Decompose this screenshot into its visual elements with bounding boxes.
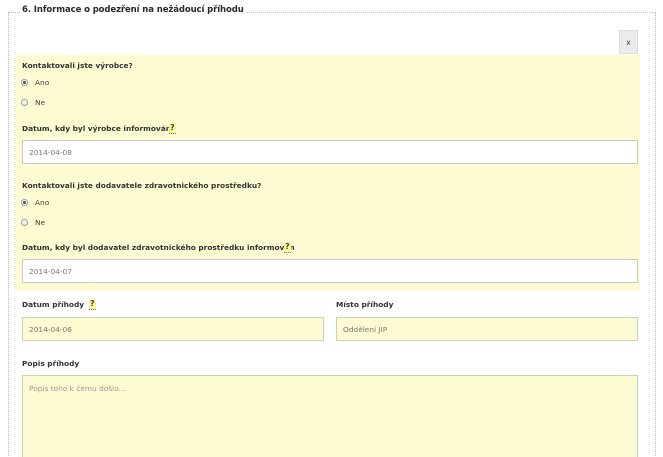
supplier-date-help-icon[interactable]: ?: [284, 242, 291, 253]
manufacturer-date-label: Datum, kdy byl výrobce informován: [22, 124, 171, 133]
incident-date-help-icon[interactable]: ?: [89, 299, 96, 310]
incident-date-input[interactable]: 2014-04-06: [22, 317, 324, 341]
radio-checked-icon[interactable]: [21, 79, 28, 86]
supplier-date-input[interactable]: 2014-04-07: [22, 259, 638, 283]
supplier-option-no-label: Ne: [35, 218, 46, 227]
supplier-question: Kontaktovali jste dodavatele zdravotnick…: [22, 181, 262, 190]
supplier-option-no[interactable]: Ne: [21, 218, 45, 227]
incident-place-label: Místo příhody: [336, 300, 394, 309]
manufacturer-option-yes-label: Ano: [35, 78, 50, 87]
manufacturer-option-yes[interactable]: Ano: [21, 78, 49, 87]
radio-unchecked-icon[interactable]: [21, 219, 28, 226]
manufacturer-date-input[interactable]: 2014-04-08: [22, 140, 638, 164]
incident-date-label: Datum příhody: [22, 300, 85, 309]
radio-unchecked-icon[interactable]: [21, 99, 28, 106]
contact-section: [15, 55, 640, 291]
supplier-option-yes-label: Ano: [35, 198, 50, 207]
incident-description-textarea[interactable]: Popis toho k čemu došlo...: [22, 375, 638, 457]
manufacturer-date-help-icon[interactable]: ?: [169, 123, 176, 134]
supplier-option-yes[interactable]: Ano: [21, 198, 49, 207]
incident-place-input[interactable]: Oddělení JIP: [336, 317, 638, 341]
supplier-date-label: Datum, kdy byl dodavatel zdravotnického …: [22, 243, 295, 252]
manufacturer-option-no[interactable]: Ne: [21, 98, 45, 107]
radio-checked-icon[interactable]: [21, 199, 28, 206]
close-button[interactable]: x: [619, 30, 638, 54]
section-title: 6. Informace o podezření na nežádoucí př…: [20, 5, 246, 15]
manufacturer-question: Kontaktovali jste výrobce?: [22, 61, 133, 70]
incident-description-label: Popis příhody: [22, 359, 80, 368]
manufacturer-option-no-label: Ne: [35, 98, 46, 107]
